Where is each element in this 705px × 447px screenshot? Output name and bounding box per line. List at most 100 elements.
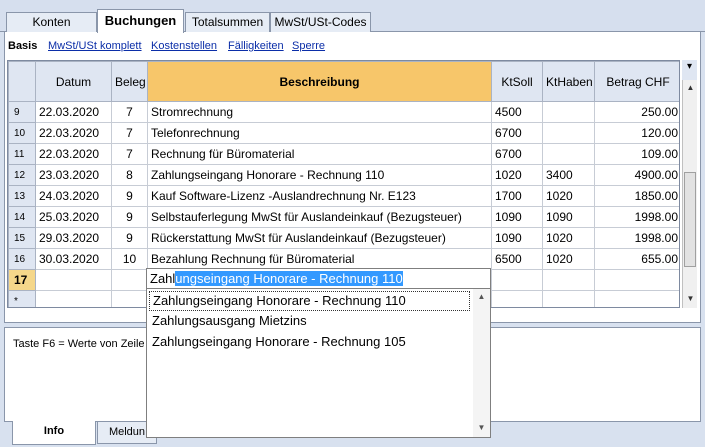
cell-ktsoll[interactable]: 1700 [491, 185, 543, 207]
suggestion-scrollbar[interactable]: ▲ ▼ [473, 289, 490, 437]
cell-betrag[interactable]: 4900.00 [594, 164, 679, 186]
chevron-down-icon[interactable]: ▼ [473, 423, 490, 432]
cell-beleg[interactable]: 9 [111, 206, 148, 228]
cell-ktsoll[interactable]: 4500 [491, 101, 543, 123]
cell-kthaben[interactable] [542, 290, 595, 307]
table-row[interactable]: 9 22.03.2020 7 Stromrechnung 4500 250.00 [8, 101, 679, 123]
cell-betrag[interactable]: 1998.00 [594, 206, 679, 228]
cell-kthaben[interactable]: 1020 [542, 227, 595, 249]
cell-ktsoll[interactable] [491, 269, 543, 291]
cell-beleg[interactable]: 8 [111, 164, 148, 186]
cell-beleg[interactable]: 9 [111, 227, 148, 249]
cell-beleg[interactable] [111, 269, 148, 291]
cell-datum[interactable]: 29.03.2020 [35, 227, 112, 249]
scroll-up-icon[interactable]: ▲ [683, 80, 698, 95]
cell-kthaben[interactable] [542, 269, 595, 291]
row-number[interactable]: 11 [8, 143, 36, 165]
table-row[interactable]: 16 30.03.2020 10 Bezahlung Rechnung für … [8, 248, 679, 270]
cell-ktsoll[interactable]: 1090 [491, 227, 543, 249]
tab-info[interactable]: Info [12, 421, 96, 445]
view-kostenstellen[interactable]: Kostenstellen [151, 40, 217, 52]
cell-betrag[interactable]: 250.00 [594, 101, 679, 123]
cell-beschreibung[interactable]: Selbstauferlegung MwSt für Auslandeinkau… [147, 206, 492, 228]
cell-ktsoll[interactable]: 1020 [491, 164, 543, 186]
suggestion-item[interactable]: Zahlungseingang Honorare - Rechnung 110 [149, 291, 470, 311]
view-mwst-komplett[interactable]: MwSt/USt komplett [48, 40, 142, 52]
table-scrollbar[interactable]: ▲ ▼ [682, 80, 697, 308]
row-number[interactable]: 13 [8, 185, 36, 207]
cell-beschreibung[interactable]: Telefonrechnung [147, 122, 492, 144]
suggestion-item[interactable]: Zahlungsausgang Mietzins [149, 312, 470, 332]
column-header-beleg[interactable]: Beleg [111, 61, 148, 102]
cell-betrag[interactable]: 109.00 [594, 143, 679, 165]
tab-konten[interactable]: Konten [6, 12, 97, 32]
row-number[interactable]: 14 [8, 206, 36, 228]
cell-beleg[interactable]: 7 [111, 122, 148, 144]
table-row[interactable]: 12 23.03.2020 8 Zahlungseingang Honorare… [8, 164, 679, 186]
row-number[interactable]: * [8, 290, 36, 307]
cell-datum[interactable]: 25.03.2020 [35, 206, 112, 228]
table-row[interactable]: 11 22.03.2020 7 Rechnung für Büromateria… [8, 143, 679, 165]
cell-beschreibung[interactable]: Stromrechnung [147, 101, 492, 123]
cell-beleg[interactable]: 7 [111, 143, 148, 165]
cell-datum[interactable]: 30.03.2020 [35, 248, 112, 270]
cell-ktsoll[interactable]: 6700 [491, 122, 543, 144]
cell-kthaben[interactable]: 1020 [542, 185, 595, 207]
cell-datum[interactable] [35, 269, 112, 291]
cell-kthaben[interactable]: 1020 [542, 248, 595, 270]
column-header-beschreibung[interactable]: Beschreibung [147, 61, 492, 102]
cell-datum[interactable]: 22.03.2020 [35, 143, 112, 165]
scroll-thumb[interactable] [684, 172, 696, 267]
column-header-kthaben[interactable]: KtHaben [542, 61, 595, 102]
cell-betrag[interactable] [594, 269, 679, 291]
table-row[interactable]: 14 25.03.2020 9 Selbstauferlegung MwSt f… [8, 206, 679, 228]
table-row[interactable]: 15 29.03.2020 9 Rückerstattung MwSt für … [8, 227, 679, 249]
cell-betrag[interactable]: 655.00 [594, 248, 679, 270]
cell-beleg[interactable]: 10 [111, 248, 148, 270]
cell-kthaben[interactable] [542, 101, 595, 123]
cell-datum[interactable] [35, 290, 112, 307]
suggestion-item[interactable]: Zahlungseingang Honorare - Rechnung 105 [149, 333, 470, 353]
chevron-up-icon[interactable]: ▲ [473, 292, 490, 301]
cell-beschreibung[interactable]: Rechnung für Büromaterial [147, 143, 492, 165]
cell-kthaben[interactable]: 3400 [542, 164, 595, 186]
cell-datum[interactable]: 22.03.2020 [35, 101, 112, 123]
cell-ktsoll[interactable]: 1090 [491, 206, 543, 228]
column-header-betrag[interactable]: Betrag CHF [594, 61, 679, 102]
row-number[interactable]: 15 [8, 227, 36, 249]
tab-mwst-codes[interactable]: MwSt/USt-Codes [270, 12, 371, 32]
row-number[interactable]: 12 [8, 164, 36, 186]
cell-beleg[interactable]: 9 [111, 185, 148, 207]
tab-buchungen[interactable]: Buchungen [97, 9, 184, 33]
cell-datum[interactable]: 24.03.2020 [35, 185, 112, 207]
tab-totalsummen[interactable]: Totalsummen [185, 12, 270, 32]
description-cell-editor[interactable]: Zahlungseingang Honorare - Rechnung 110 [146, 268, 491, 289]
table-row[interactable]: 13 24.03.2020 9 Kauf Software-Lizenz -Au… [8, 185, 679, 207]
column-header-ktsoll[interactable]: KtSoll [491, 61, 543, 102]
row-number[interactable]: 10 [8, 122, 36, 144]
cell-kthaben[interactable]: 1090 [542, 206, 595, 228]
row-number[interactable]: 16 [8, 248, 36, 270]
row-number-header[interactable] [8, 61, 36, 102]
table-row[interactable]: 10 22.03.2020 7 Telefonrechnung 6700 120… [8, 122, 679, 144]
cell-betrag[interactable]: 1998.00 [594, 227, 679, 249]
cell-beschreibung[interactable]: Bezahlung Rechnung für Büromaterial [147, 248, 492, 270]
cell-beschreibung[interactable]: Rückerstattung MwSt für Auslandeinkauf (… [147, 227, 492, 249]
autocomplete-list[interactable]: Zahlungseingang Honorare - Rechnung 110 … [146, 288, 491, 438]
row-number[interactable]: 17 [8, 269, 36, 291]
row-number[interactable]: 9 [8, 101, 36, 123]
cell-kthaben[interactable] [542, 122, 595, 144]
view-sperre[interactable]: Sperre [292, 40, 325, 52]
view-faelligkeiten[interactable]: Fälligkeiten [228, 40, 284, 52]
cell-ktsoll[interactable]: 6500 [491, 248, 543, 270]
cell-datum[interactable]: 22.03.2020 [35, 122, 112, 144]
column-header-datum[interactable]: Datum [35, 61, 112, 102]
cell-beschreibung[interactable]: Kauf Software-Lizenz -Auslandrechnung Nr… [147, 185, 492, 207]
cell-ktsoll[interactable] [491, 290, 543, 307]
cell-ktsoll[interactable]: 6700 [491, 143, 543, 165]
cell-beleg[interactable] [111, 290, 148, 307]
column-chooser-icon[interactable]: ▾ [682, 60, 697, 80]
cell-kthaben[interactable] [542, 143, 595, 165]
cell-beleg[interactable]: 7 [111, 101, 148, 123]
cell-beschreibung[interactable]: Zahlungseingang Honorare - Rechnung 110 [147, 164, 492, 186]
